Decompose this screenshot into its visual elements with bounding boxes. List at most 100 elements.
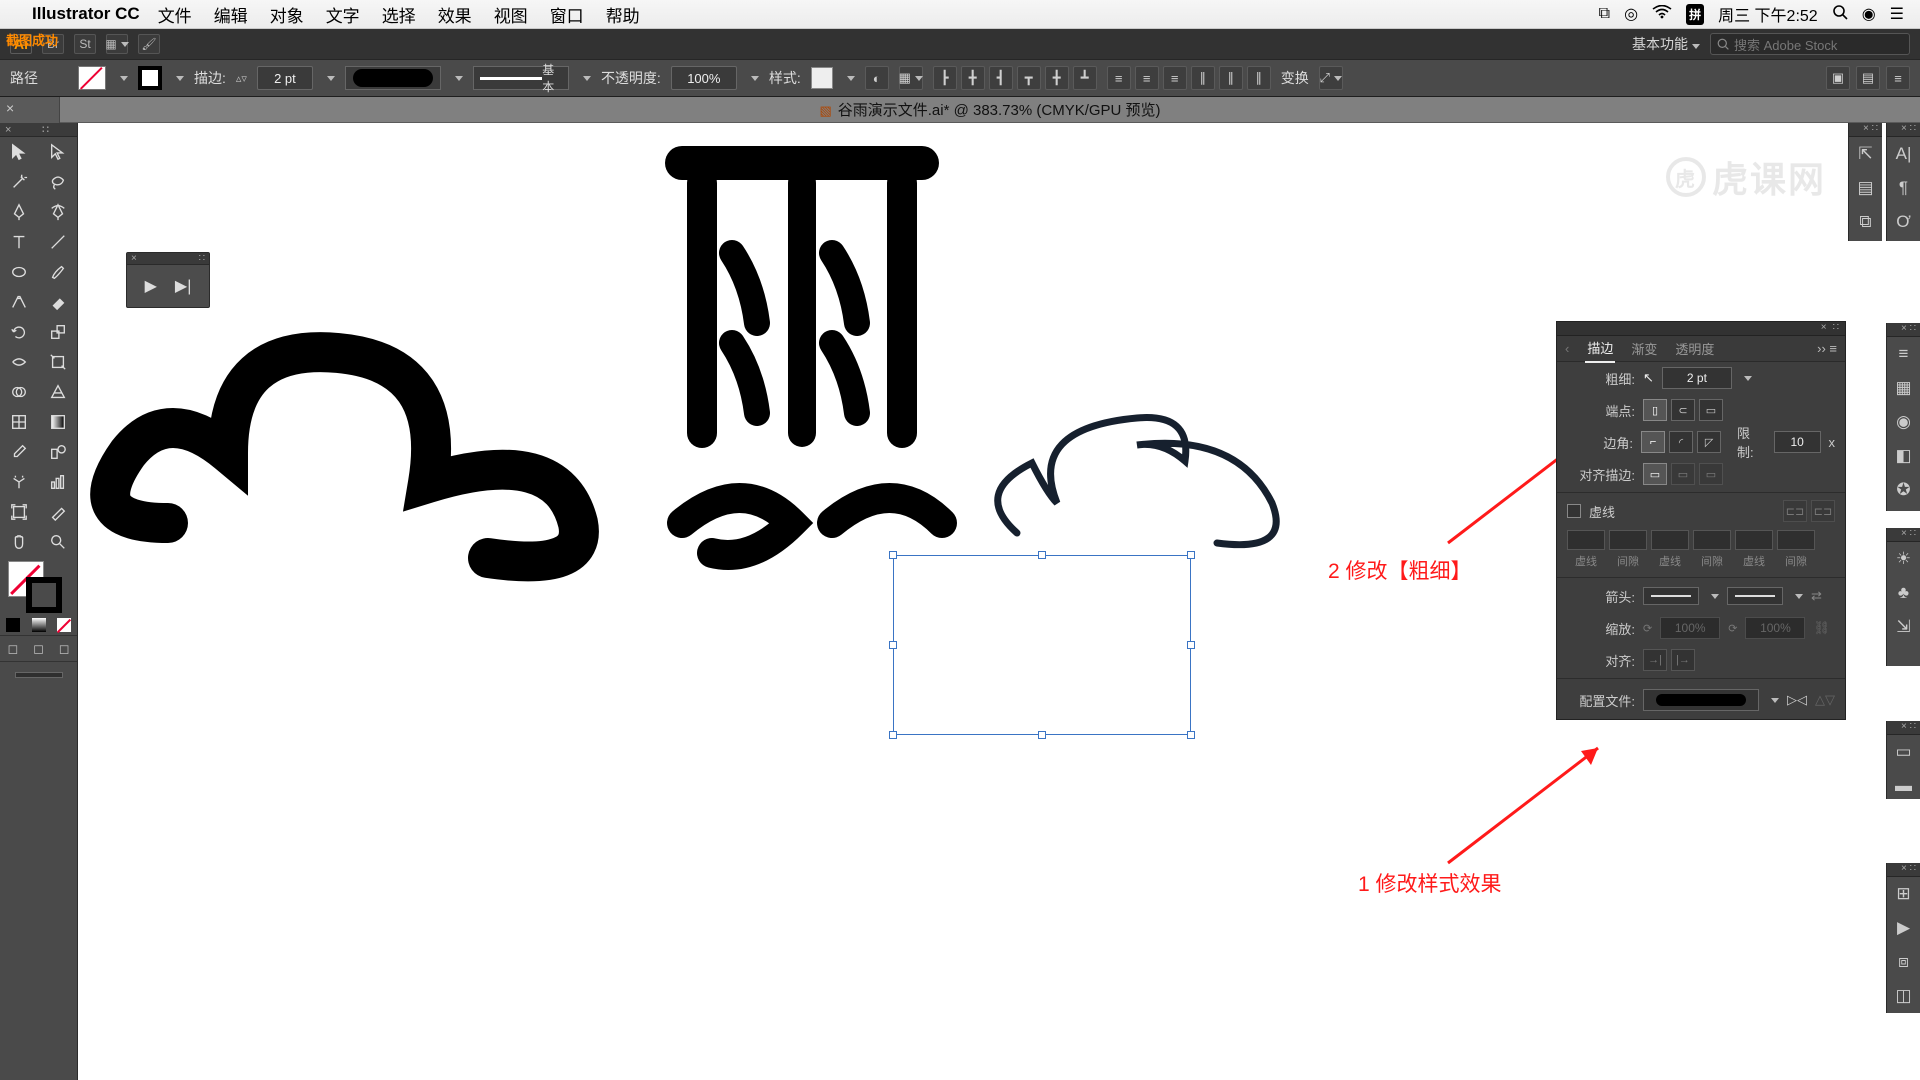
zoom-tool[interactable] [39, 527, 78, 557]
opacity-dropdown-icon[interactable] [751, 76, 759, 81]
flip-profile-v-icon[interactable]: △▽ [1815, 692, 1835, 708]
menu-select[interactable]: 选择 [382, 2, 416, 27]
menu-object[interactable]: 对象 [270, 2, 304, 27]
ellipse-tool[interactable] [0, 257, 39, 287]
profile-dd-icon[interactable] [1771, 698, 1779, 703]
symbols-panel-icon[interactable]: ✪ [1887, 473, 1920, 507]
rdock5-header[interactable]: × ∷ [1887, 863, 1920, 877]
stroke-swatch[interactable] [138, 66, 162, 90]
transparency-panel-icon[interactable]: ◫ [1887, 979, 1920, 1013]
cap-square[interactable]: ▭ [1699, 399, 1723, 421]
scale-tool[interactable] [39, 317, 78, 347]
dash-preserve-icon[interactable]: ⊏⊐ [1783, 500, 1807, 522]
brushes-panel-icon[interactable]: ▭ [1887, 735, 1920, 769]
hand-tool[interactable] [0, 527, 39, 557]
dist-left-icon[interactable]: ∥ [1191, 66, 1215, 90]
handle-tl[interactable] [889, 551, 897, 559]
eyedropper-tool[interactable] [0, 437, 39, 467]
tab-gradient[interactable]: 渐变 [1629, 335, 1659, 362]
pathfinder-panel-icon[interactable]: ▬ [1887, 769, 1920, 803]
menu-window[interactable]: 窗口 [550, 2, 584, 27]
width-tool[interactable] [0, 347, 39, 377]
blend-tool[interactable] [39, 437, 78, 467]
arrow-start-dd[interactable] [1711, 594, 1719, 599]
free-transform-tool[interactable] [39, 347, 78, 377]
arrow-start[interactable] [1643, 587, 1699, 605]
rotate-tool[interactable] [0, 317, 39, 347]
align-to-icon[interactable]: ▦ [899, 66, 923, 90]
brush-dropdown-icon[interactable] [583, 76, 591, 81]
align-hcenter-icon[interactable]: ╋ [961, 66, 985, 90]
siri-icon[interactable]: ◉ [1862, 4, 1876, 24]
stroke-weight-dropdown-icon[interactable] [327, 76, 335, 81]
cap-butt[interactable]: ▯ [1643, 399, 1667, 421]
type-tool[interactable] [0, 227, 39, 257]
line-tool[interactable] [39, 227, 78, 257]
mini-skip-icon[interactable]: ▶| [175, 276, 191, 296]
dash-3[interactable] [1735, 530, 1773, 550]
opentype-panel-icon[interactable]: Ơ [1887, 205, 1920, 239]
selection-bbox[interactable] [893, 555, 1191, 735]
isolate-icon[interactable]: ▣ [1826, 66, 1850, 90]
perspective-tool[interactable] [39, 377, 78, 407]
transform-panel-icon2[interactable]: ⊞ [1887, 877, 1920, 911]
panel-collapse-icon[interactable]: ›› ≡ [1817, 341, 1837, 356]
menu-help[interactable]: 帮助 [606, 2, 640, 27]
dash-align-icon[interactable]: ⊏⊐ [1811, 500, 1835, 522]
brush-def-control[interactable]: 基本 [473, 66, 569, 90]
panel-menu-icon[interactable]: ≡ [1886, 66, 1910, 90]
lasso-tool[interactable] [39, 167, 78, 197]
stroke-weight-field[interactable]: 2 pt [257, 66, 313, 90]
rcol2-header[interactable]: × ∷ [1849, 123, 1882, 137]
align-right-icon[interactable]: ┫ [989, 66, 1013, 90]
color-mode-none[interactable] [51, 615, 77, 635]
direct-selection-tool[interactable] [39, 137, 78, 167]
width-profile-control[interactable] [345, 66, 441, 90]
swap-arrows-icon[interactable]: ⇄ [1811, 588, 1822, 604]
width-profile-dropdown-icon[interactable] [455, 76, 463, 81]
handle-bl[interactable] [889, 731, 897, 739]
paragraph-panel-icon[interactable]: ¶ [1887, 171, 1920, 205]
align-panel-icon[interactable]: ⇲ [1887, 610, 1920, 644]
dist-top-icon[interactable]: ≡ [1107, 66, 1131, 90]
dashed-checkbox[interactable] [1567, 504, 1581, 518]
artboard-tool[interactable] [0, 497, 39, 527]
mesh-tool[interactable] [0, 407, 39, 437]
floating-mini-panel[interactable]: ×∷ ▶ ▶| [126, 252, 210, 308]
color-mode-gradient[interactable] [26, 615, 52, 635]
paintbrush-tool[interactable] [39, 257, 78, 287]
join-bevel[interactable]: ◸ [1697, 431, 1721, 453]
align-stroke-outside[interactable]: ▭ [1699, 463, 1723, 485]
menu-file[interactable]: 文件 [158, 2, 192, 27]
handle-ml[interactable] [889, 641, 897, 649]
gradient-panel-icon[interactable]: ◧ [1887, 439, 1920, 473]
cc-sync-icon[interactable]: ◎ [1624, 4, 1638, 24]
align-vcenter-icon[interactable]: ╋ [1045, 66, 1069, 90]
gpu-button[interactable]: 🖌 [138, 34, 160, 54]
spotlight-icon[interactable] [1832, 4, 1848, 25]
gap-1[interactable] [1609, 530, 1647, 550]
rdock2-header[interactable]: × ∷ [1887, 323, 1920, 337]
align-left-icon[interactable]: ┣ [933, 66, 957, 90]
notification-icon[interactable]: ☰ [1890, 4, 1904, 24]
stroke-box[interactable] [26, 577, 62, 613]
graphic-style-swatch[interactable] [811, 67, 833, 89]
recolor-icon[interactable]: ◐ [865, 66, 889, 90]
transform-panel-icon[interactable]: ⤢ [1319, 66, 1343, 90]
color-panel-icon[interactable]: ▦ [1887, 371, 1920, 405]
pen-tool[interactable] [0, 197, 39, 227]
shaper-tool[interactable] [0, 287, 39, 317]
rdock3-header[interactable]: × ∷ [1887, 528, 1920, 542]
stock-button[interactable]: St [74, 34, 96, 54]
menu-view[interactable]: 视图 [494, 2, 528, 27]
curvature-tool[interactable] [39, 197, 78, 227]
adobe-stock-search[interactable]: 搜索 Adobe Stock [1710, 33, 1910, 55]
screenrec-icon[interactable]: ⧉ [1599, 5, 1610, 23]
weight-dropdown-icon[interactable] [1744, 376, 1752, 381]
mini-play-icon[interactable]: ▶ [145, 276, 157, 296]
join-miter[interactable]: ⌐ [1641, 431, 1665, 453]
draw-inside-icon[interactable]: ◻ [51, 636, 77, 661]
menu-effect[interactable]: 效果 [438, 2, 472, 27]
draw-behind-icon[interactable]: ◻ [26, 636, 52, 661]
appearance-panel-icon[interactable]: ☀ [1887, 542, 1920, 576]
